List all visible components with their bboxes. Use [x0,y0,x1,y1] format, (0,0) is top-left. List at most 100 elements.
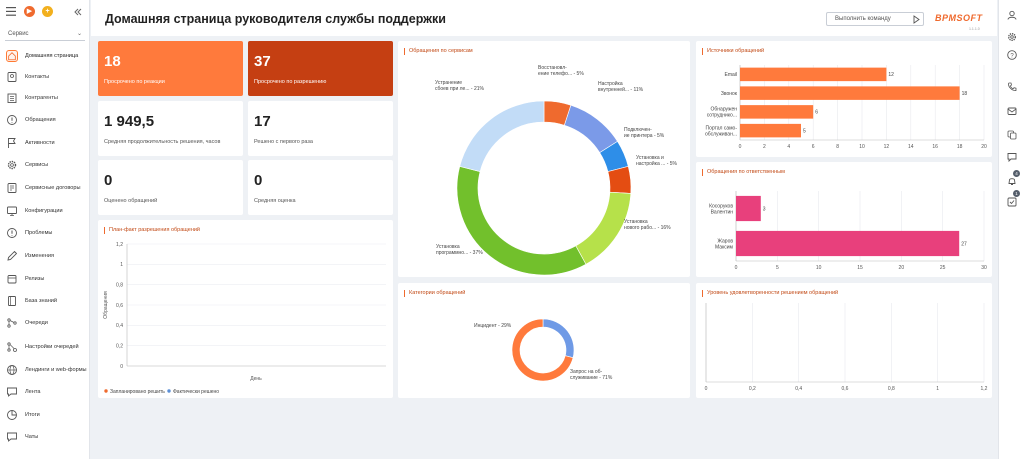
kpi-overdue-reaction[interactable]: 18 Просрочено по реакции [98,41,243,96]
settings-gear-icon[interactable] [1007,32,1017,42]
y-category-label: Косоруков Валентин [709,203,733,215]
x-tick-label: 0,8 [888,386,895,392]
sidebar-item[interactable]: Лента [0,382,90,402]
sidebar-item-label: Контрагенты [25,94,58,101]
sidebar-item[interactable]: Конфигурации [0,201,90,221]
categories-donut-svg: Инцидент - 29% Запрос на об-служивание - … [474,318,613,382]
y-tick-label: 0,4 [116,323,123,329]
gear-icon [7,160,17,170]
legend-marker [167,389,171,393]
kpi-value: 17 [254,113,271,130]
add-icon[interactable]: + [42,6,53,17]
x-tick-label: 1 [936,386,939,392]
slice-label: Восстановл-ение телефо... - 5% [538,65,584,77]
y-tick-label: 0,6 [116,303,123,309]
command-input[interactable]: Выполнить команду [826,12,924,26]
x-tick-label: 0,4 [795,386,802,392]
help-icon[interactable]: ? [1007,50,1017,60]
page-header: Домашняя страница руководителя службы по… [91,0,997,36]
user-profile-icon[interactable] [1007,10,1017,20]
sidebar-item[interactable]: Домашняя страница [0,46,90,66]
donut-slice [607,165,632,194]
feed-icon [7,387,17,397]
y-tick-label: 0,8 [116,282,123,288]
email-icon[interactable] [1007,106,1017,116]
kpi-overdue-resolution[interactable]: 37 Просрочено по разрешению [248,41,393,96]
sidebar-item[interactable]: Проблемы [0,223,90,243]
donut-slice [575,191,632,265]
kpi-value: 0 [104,172,113,189]
sidebar-item[interactable]: Лендинги и web-формы [0,360,90,380]
sidebar-item[interactable]: Сервисные договоры [0,178,90,198]
sidebar-item[interactable]: Итоги [0,405,90,425]
legend-label: Запланировано решить [110,389,165,395]
kpi-avg-resolution-time[interactable]: 1 949,5 Средняя продолжительность решени… [98,101,243,156]
satisfaction-bar-svg: 0 0,2 0,4 0,6 0,8 1 1,2 [705,303,988,392]
sidebar-item[interactable]: Контакты [0,67,90,87]
sidebar-item[interactable]: Сервисы [0,155,90,175]
chart-satisfaction: Уровень удовлетворенности решением обращ… [696,283,992,398]
bar-value-label: 5 [803,128,806,134]
sidebar-item[interactable]: Релизы [0,269,90,289]
x-tick-label: 6 [812,144,815,150]
sidebar-item[interactable]: Обращения [0,110,90,130]
copy-icon[interactable] [1007,130,1017,140]
x-tick-label: 10 [859,144,865,150]
kpi-caption: Средняя продолжительность решения, часов [104,139,221,145]
accounts-icon [7,93,17,103]
plan-fact-chart-svg: 0 0,2 0,4 0,6 0,8 1 1,2 День Обращения Запланиров… [103,242,386,395]
y-category-label: Звонок [721,91,738,97]
tasks-badge: 1 [1013,190,1020,197]
y-tick-label: 0,2 [116,343,123,349]
home-icon [6,50,18,62]
sidebar-item[interactable]: Изменения [0,246,90,266]
donut-slice [564,104,618,154]
hamburger-menu-icon[interactable] [6,7,16,16]
kpi-caption: Просрочено по реакции [104,79,165,85]
chat-bubble-icon[interactable] [1007,152,1017,162]
sidebar-item-label: Конфигурации [25,207,63,214]
donut-slice [459,100,545,172]
kpi-value: 1 949,5 [104,113,155,130]
kpi-caption: Решено с первого раза [254,139,313,145]
collapse-sidebar-icon[interactable] [74,8,82,16]
services-donut-svg: Восстановл-ение телефо... - 5% Настройка в… [435,65,678,276]
svg-text:?: ? [1010,53,1014,59]
x-tick-label: 0,2 [749,386,756,392]
bar-value-label: 6 [815,110,818,116]
x-tick-label: 1,2 [981,386,988,392]
kpi-first-call-resolved[interactable]: 17 Решено с первого раза [248,101,393,156]
run-command-icon[interactable] [912,15,921,24]
y-category-label: Портал само-обслуживан... [705,125,737,137]
sidebar-item[interactable]: Активности [0,133,90,153]
chart-sources: Источники обращений 0 2 4 6 8 10 12 14 16 18 20 12 E… [696,41,992,157]
sidebar-item[interactable]: Чаты [0,427,90,447]
queue-icon [7,318,17,328]
kpi-rated-cases[interactable]: 0 Оценено обращений [98,160,243,215]
x-axis-label: День [250,376,262,382]
page-title: Домашняя страница руководителя службы по… [105,12,446,26]
x-tick-label: 0 [735,265,738,271]
play-icon[interactable]: ▶ [24,6,35,17]
phone-icon[interactable] [1007,82,1017,92]
section-selector[interactable]: Сервис ⌄ [5,27,85,41]
kpi-avg-rating[interactable]: 0 Средняя оценка [248,160,393,215]
x-tick-label: 25 [940,265,946,271]
sidebar-item-label: Проблемы [25,229,53,236]
queue-settings-icon [7,342,17,352]
y-tick-label: 1 [120,262,123,268]
notifications-bell-icon[interactable] [1007,176,1017,186]
chevron-down-icon: ⌄ [76,31,82,37]
book-icon [8,296,16,306]
sidebar-item[interactable]: Очереди [0,313,90,333]
sidebar-item[interactable]: Настройки очередей [0,337,90,357]
sidebar-item[interactable]: База знаний [0,291,90,311]
sidebar-item-label: Лендинги и web-формы [25,366,87,373]
logo: BPMSOFT [935,13,983,23]
bar [736,195,761,222]
bar [740,86,960,100]
tasks-checkbox-icon[interactable] [1007,197,1017,207]
slice-label: Инцидент - 29% [474,323,512,329]
sidebar-item-label: Лента [25,388,41,395]
sidebar-item[interactable]: Контрагенты [0,88,90,108]
